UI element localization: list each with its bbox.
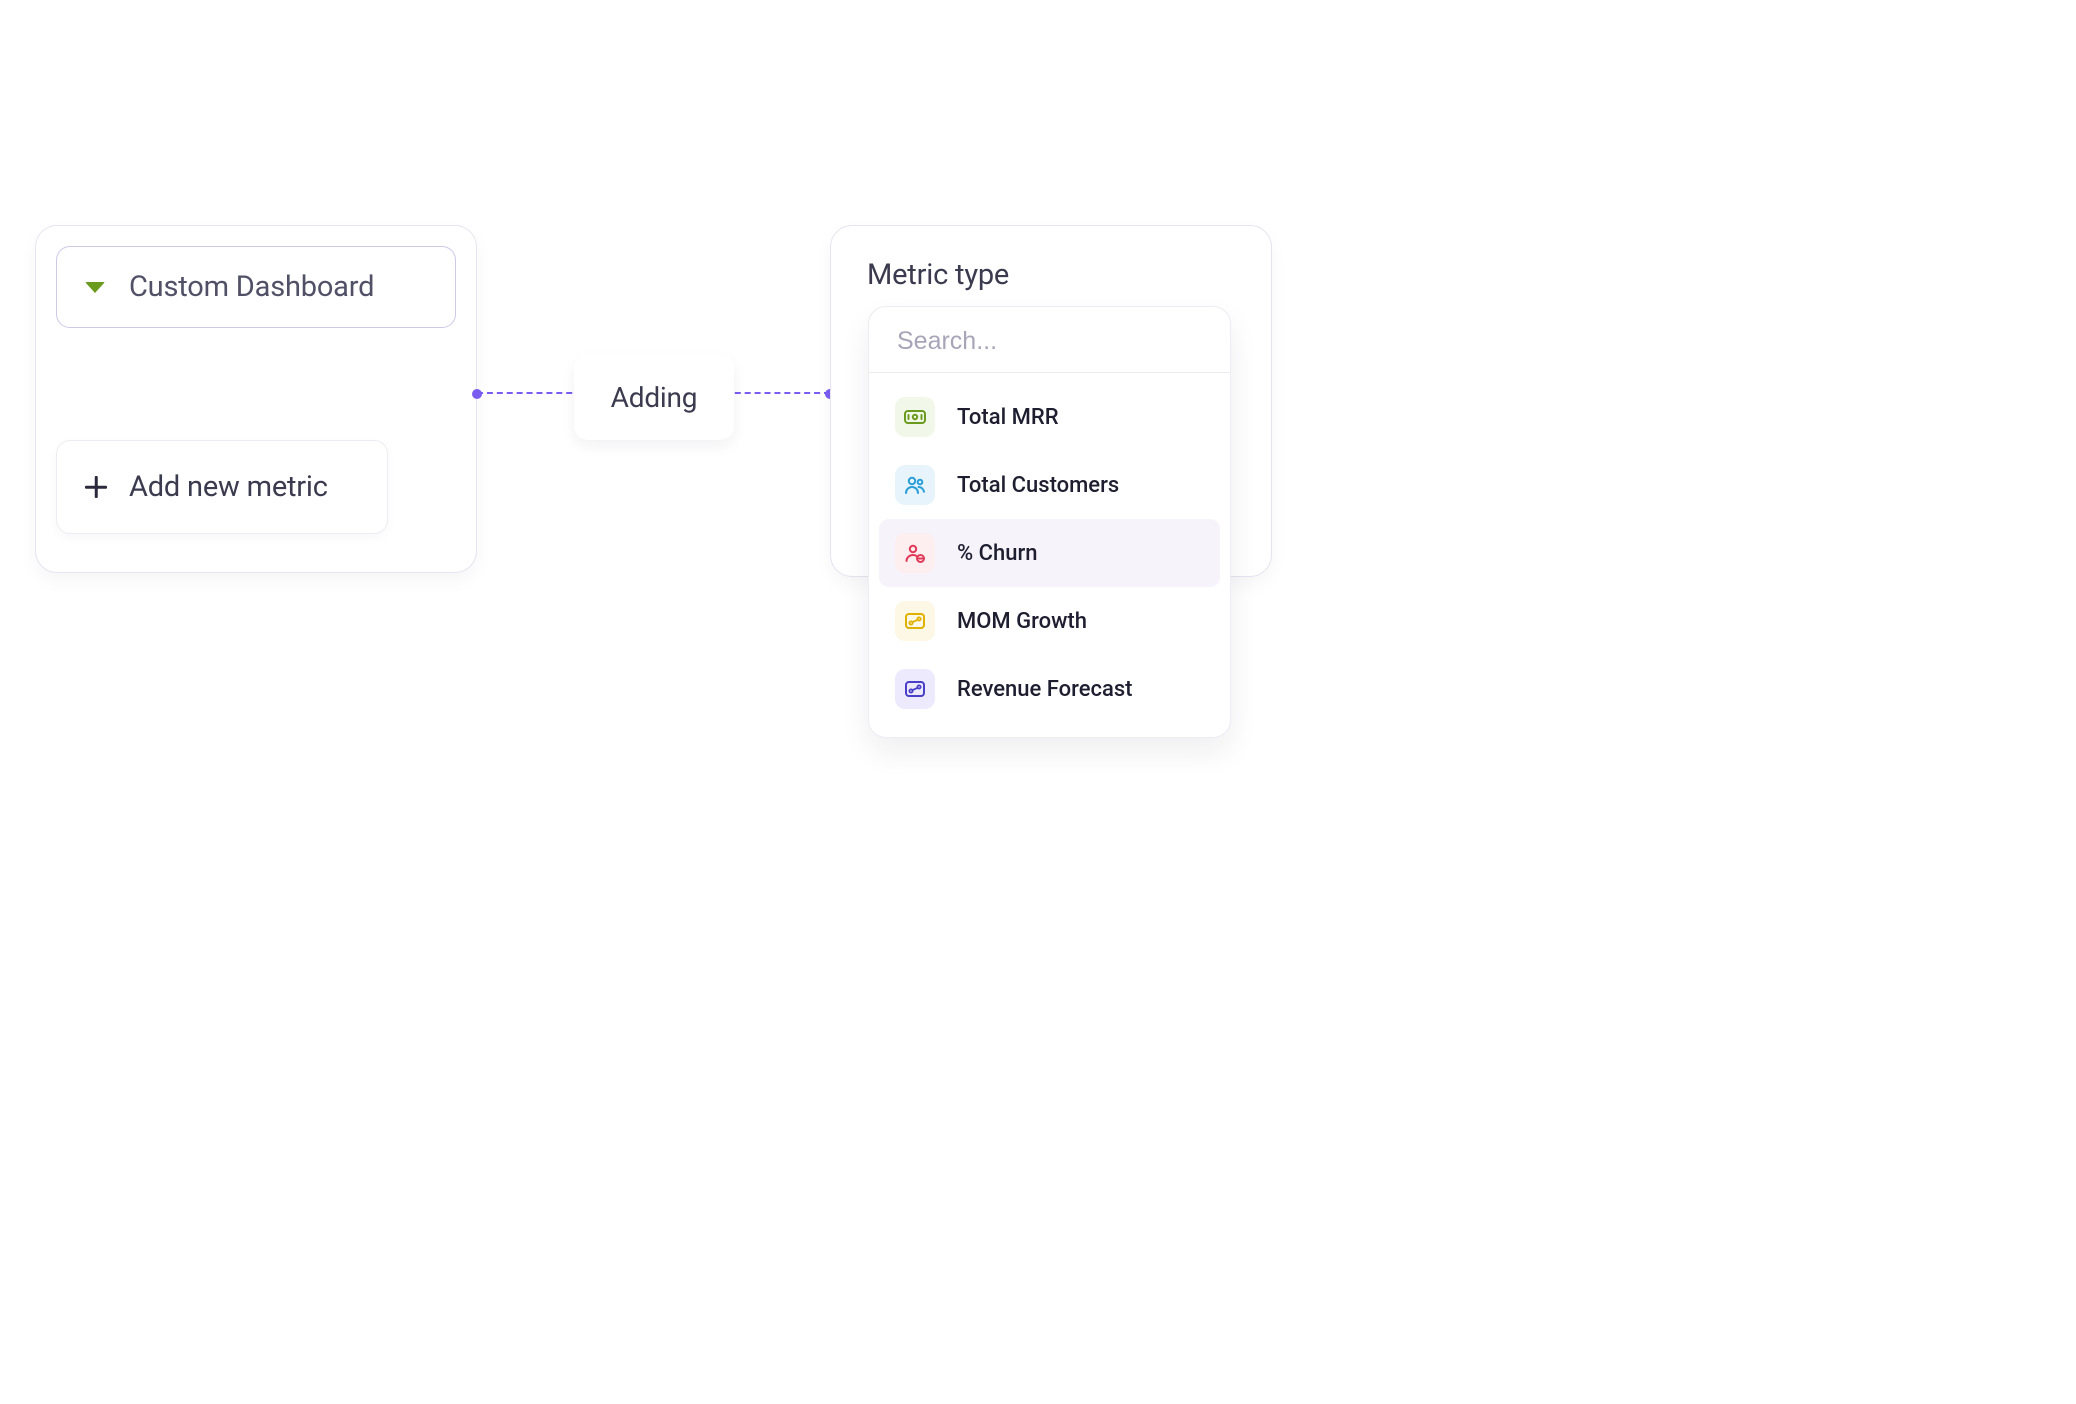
user-minus-icon xyxy=(895,533,935,573)
dashboard-select[interactable]: Custom Dashboard xyxy=(56,246,456,328)
metric-option-label: Revenue Forecast xyxy=(957,677,1133,702)
metric-option-churn[interactable]: % Churn xyxy=(879,519,1220,587)
metric-option-label: Total Customers xyxy=(957,473,1119,498)
metric-option-label: % Churn xyxy=(957,541,1038,566)
connector-chip: Adding xyxy=(574,354,734,440)
money-icon xyxy=(895,397,935,437)
plus-icon xyxy=(85,476,107,498)
metric-option-label: MOM Growth xyxy=(957,609,1087,634)
growth-icon xyxy=(895,601,935,641)
dashboard-select-label: Custom Dashboard xyxy=(129,270,374,304)
connector-chip-label: Adding xyxy=(611,381,698,414)
add-metric-button[interactable]: Add new metric xyxy=(56,440,388,534)
users-icon xyxy=(895,465,935,505)
metric-dropdown: Total MRR Total Customers xyxy=(868,306,1231,738)
search-row xyxy=(869,307,1230,373)
metric-type-title: Metric type xyxy=(867,258,1235,292)
metric-option-total-mrr[interactable]: Total MRR xyxy=(879,383,1220,451)
caret-down-icon xyxy=(85,282,105,293)
metric-option-revenue-forecast[interactable]: Revenue Forecast xyxy=(879,655,1220,723)
metric-option-label: Total MRR xyxy=(957,405,1059,430)
metric-option-total-customers[interactable]: Total Customers xyxy=(879,451,1220,519)
search-input[interactable] xyxy=(897,327,1202,356)
add-metric-label: Add new metric xyxy=(129,470,328,504)
metric-options-list: Total MRR Total Customers xyxy=(869,373,1230,737)
dashboard-card: Custom Dashboard Add new metric xyxy=(35,225,477,573)
metric-option-mom-growth[interactable]: MOM Growth xyxy=(879,587,1220,655)
forecast-icon xyxy=(895,669,935,709)
